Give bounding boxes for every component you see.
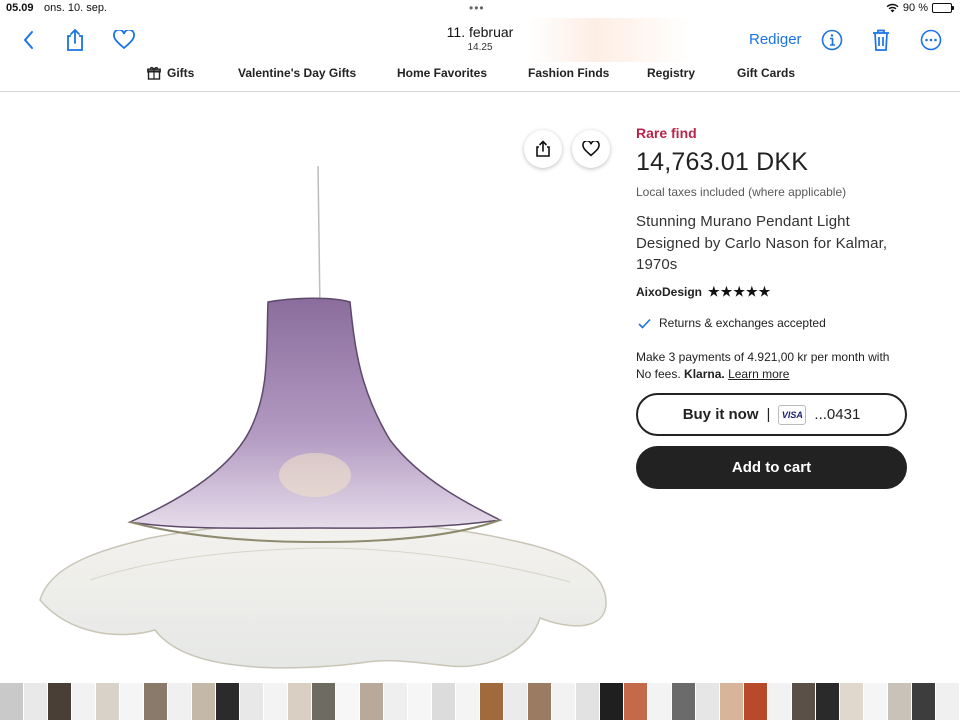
edit-button[interactable]: Rediger xyxy=(749,31,802,48)
photo-thumbnail-strip[interactable] xyxy=(0,683,960,720)
back-chevron-icon[interactable] xyxy=(14,26,42,54)
photo-thumbnail[interactable] xyxy=(432,683,456,720)
rare-find-badge: Rare find xyxy=(636,125,697,141)
status-time: 05.09 xyxy=(6,2,34,14)
photo-thumbnail[interactable] xyxy=(768,683,792,720)
photo-thumbnail[interactable] xyxy=(408,683,432,720)
photo-thumbnail[interactable] xyxy=(144,683,168,720)
photo-thumbnail[interactable] xyxy=(576,683,600,720)
photo-thumbnail[interactable] xyxy=(120,683,144,720)
photo-thumbnail[interactable] xyxy=(312,683,336,720)
nav-item-gift-cards[interactable]: Gift Cards xyxy=(737,66,795,80)
trash-icon[interactable] xyxy=(867,26,895,54)
photo-thumbnail[interactable] xyxy=(240,683,264,720)
klarna-offer: Make 3 payments of 4.921,00 kr per month… xyxy=(636,349,908,383)
photo-thumbnail[interactable] xyxy=(288,683,312,720)
photo-thumbnail[interactable] xyxy=(720,683,744,720)
nav-item-gifts[interactable]: Gifts xyxy=(147,66,194,80)
image-share-button[interactable] xyxy=(524,130,562,168)
photo-thumbnail[interactable] xyxy=(192,683,216,720)
nav-item-valentines[interactable]: Valentine's Day Gifts xyxy=(238,66,356,80)
battery-icon xyxy=(932,3,954,13)
buy-it-now-label: Buy it now xyxy=(682,406,759,423)
photo-thumbnail[interactable] xyxy=(600,683,624,720)
favorite-heart-icon[interactable] xyxy=(110,26,138,54)
pendant-lamp-illustration xyxy=(39,165,607,669)
klarna-logo: Klarna. xyxy=(684,367,725,381)
photo-thumbnail[interactable] xyxy=(96,683,120,720)
shop-row: AixoDesign ★★★★★ xyxy=(636,284,771,300)
photo-thumbnail[interactable] xyxy=(504,683,528,720)
photo-thumbnail[interactable] xyxy=(168,683,192,720)
photo-thumbnail[interactable] xyxy=(816,683,840,720)
photo-thumbnail[interactable] xyxy=(744,683,768,720)
photo-time-subtitle: 14.25 xyxy=(467,42,493,53)
share-arrow-icon xyxy=(536,140,550,157)
photo-thumbnail[interactable] xyxy=(456,683,480,720)
photo-thumbnail[interactable] xyxy=(936,683,960,720)
nav-label-gifts: Gifts xyxy=(167,66,195,80)
status-bar: 05.09 ons. 10. sep. ••• 90 % xyxy=(0,0,960,18)
photo-date-title: 11. februar xyxy=(446,24,514,40)
photo-thumbnail[interactable] xyxy=(480,683,504,720)
photo-thumbnail[interactable] xyxy=(72,683,96,720)
photo-thumbnail[interactable] xyxy=(864,683,888,720)
gift-icon xyxy=(147,66,161,80)
photo-viewer-toolbar: 11. februar 14.25 Rediger xyxy=(0,18,960,62)
battery-percent: 90 % xyxy=(902,2,928,14)
checkmark-icon xyxy=(638,318,651,329)
share-icon[interactable] xyxy=(61,26,89,54)
wifi-icon xyxy=(886,3,899,13)
visa-card-icon: VISA xyxy=(778,404,807,425)
photo-thumbnail[interactable] xyxy=(216,683,240,720)
nav-item-home-favorites[interactable]: Home Favorites xyxy=(397,66,487,80)
photo-thumbnail[interactable] xyxy=(48,683,72,720)
buy-separator: | xyxy=(766,406,771,423)
photo-thumbnail[interactable] xyxy=(792,683,816,720)
more-options-icon[interactable] xyxy=(917,26,945,54)
product-image[interactable] xyxy=(30,110,620,680)
photo-thumbnail[interactable] xyxy=(624,683,648,720)
returns-row: Returns & exchanges accepted xyxy=(638,316,826,330)
photo-thumbnail[interactable] xyxy=(336,683,360,720)
photo-thumbnail[interactable] xyxy=(0,683,24,720)
photo-thumbnail[interactable] xyxy=(888,683,912,720)
buy-it-now-button[interactable]: Buy it now | VISA ...0431 xyxy=(636,393,907,436)
product-price: 14,763.01 DKK xyxy=(636,148,809,176)
status-right: 90 % xyxy=(886,2,954,14)
info-icon[interactable] xyxy=(818,26,846,54)
learn-more-link[interactable]: Learn more xyxy=(728,367,789,381)
nav-item-fashion-finds[interactable]: Fashion Finds xyxy=(528,66,609,80)
product-title: Stunning Murano Pendant Light Designed b… xyxy=(636,213,888,273)
heart-icon xyxy=(582,141,600,157)
photo-thumbnail[interactable] xyxy=(912,683,936,720)
photo-thumbnail[interactable] xyxy=(552,683,576,720)
photo-thumbnail[interactable] xyxy=(672,683,696,720)
photo-thumbnail[interactable] xyxy=(648,683,672,720)
rating-stars-icon[interactable]: ★★★★★ xyxy=(708,284,771,300)
multitasking-dots-icon[interactable]: ••• xyxy=(469,1,485,15)
photo-thumbnail[interactable] xyxy=(264,683,288,720)
status-date: ons. 10. sep. xyxy=(44,2,107,14)
nav-item-registry[interactable]: Registry xyxy=(647,66,695,80)
photo-thumbnail[interactable] xyxy=(840,683,864,720)
tax-note: Local taxes included (where applicable) xyxy=(636,185,847,199)
add-to-cart-button[interactable]: Add to cart xyxy=(636,446,907,489)
photo-thumbnail[interactable] xyxy=(24,683,48,720)
photo-thumbnail[interactable] xyxy=(528,683,552,720)
photo-thumbnail[interactable] xyxy=(360,683,384,720)
returns-text: Returns & exchanges accepted xyxy=(659,316,826,330)
image-favorite-button[interactable] xyxy=(572,130,610,168)
category-nav: Gifts Valentine's Day Gifts Home Favorit… xyxy=(0,62,960,92)
shop-name-link[interactable]: AixoDesign xyxy=(636,285,702,299)
photo-thumbnail[interactable] xyxy=(696,683,720,720)
card-last-digits: ...0431 xyxy=(814,406,861,423)
photo-thumbnail[interactable] xyxy=(384,683,408,720)
